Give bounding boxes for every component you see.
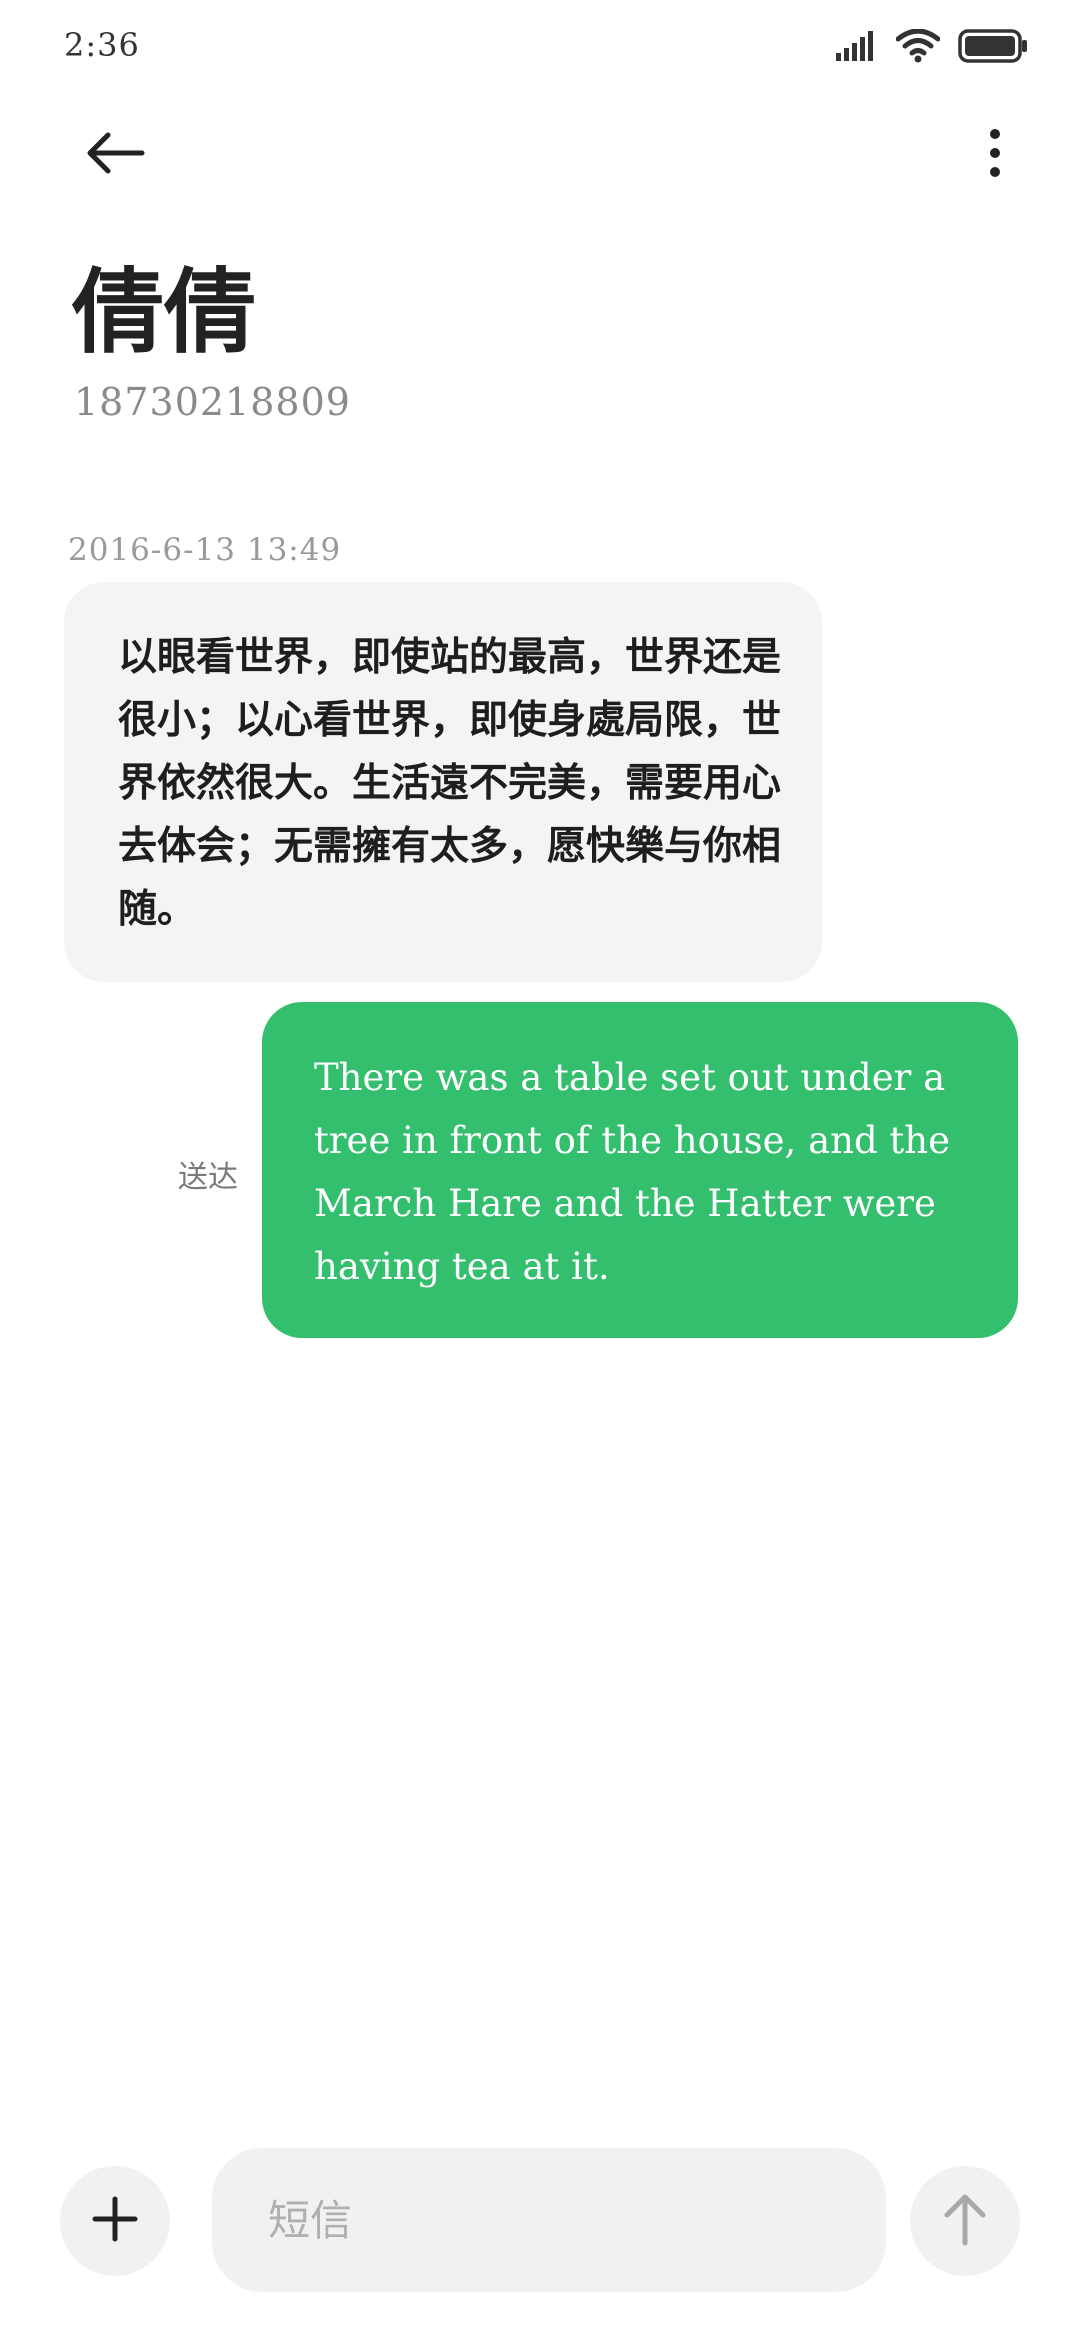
message-timestamp: 2016-6-13 13:49 bbox=[68, 532, 342, 568]
send-button[interactable] bbox=[910, 2166, 1020, 2276]
signal-icon bbox=[836, 31, 878, 65]
incoming-message-bubble[interactable]: 以眼看世界，即使站的最高，世界还是很小；以心看世界，即使身處局限，世界依然很大。… bbox=[64, 582, 822, 982]
contact-number: 18730218809 bbox=[74, 380, 351, 424]
wifi-icon bbox=[895, 28, 941, 67]
battery-icon bbox=[958, 29, 1028, 67]
outgoing-message-text: There was a table set out under a tree i… bbox=[314, 1056, 951, 1288]
more-options-button[interactable] bbox=[950, 110, 1040, 200]
message-input[interactable] bbox=[212, 2148, 886, 2292]
status-icons bbox=[836, 28, 1028, 68]
status-bar: 2:36 bbox=[0, 0, 1080, 100]
more-vertical-icon bbox=[988, 128, 1002, 182]
attach-button[interactable] bbox=[60, 2166, 170, 2276]
arrow-up-icon bbox=[941, 2191, 989, 2251]
status-time: 2:36 bbox=[64, 26, 140, 64]
plus-icon bbox=[91, 2195, 139, 2247]
arrow-left-icon bbox=[84, 131, 146, 179]
delivery-status: 送达 bbox=[178, 1160, 238, 1195]
outgoing-message-bubble[interactable]: There was a table set out under a tree i… bbox=[262, 1002, 1018, 1338]
back-button[interactable] bbox=[70, 110, 160, 200]
contact-name: 倩倩 bbox=[72, 258, 257, 366]
app-bar bbox=[0, 110, 1080, 200]
incoming-message-text: 以眼看世界，即使站的最高，世界还是很小；以心看世界，即使身處局限，世界依然很大。… bbox=[118, 634, 782, 932]
